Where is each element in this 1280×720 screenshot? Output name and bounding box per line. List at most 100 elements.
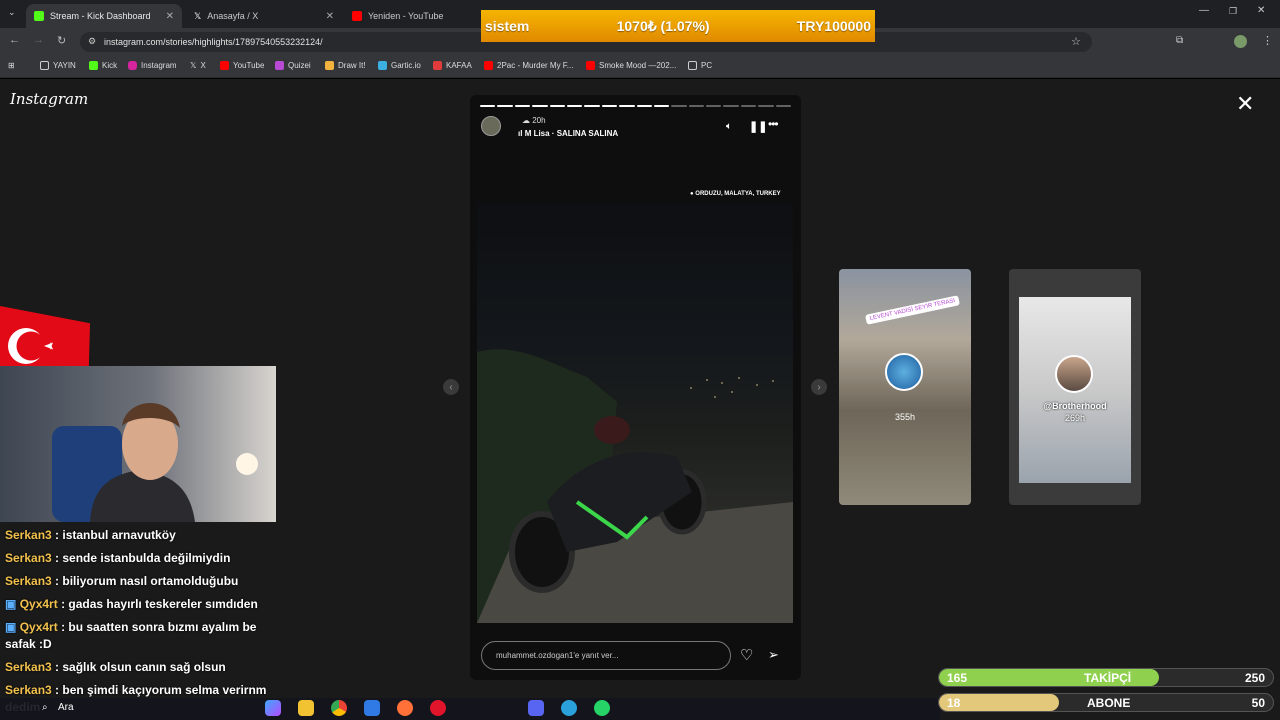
preview-time: 355h bbox=[894, 412, 916, 422]
story-preview-2[interactable]: @Brotherhood 269h bbox=[1009, 269, 1141, 505]
close-window-icon[interactable]: ✕ bbox=[1257, 5, 1265, 16]
tab-kick-dashboard[interactable]: Stream - Kick Dashboard ✕ bbox=[26, 4, 182, 28]
bookmark-star-icon[interactable]: ☆ bbox=[1071, 35, 1081, 48]
close-icon[interactable]: ✕ bbox=[326, 11, 334, 22]
gartic-icon bbox=[378, 61, 387, 70]
progress-segment bbox=[758, 105, 774, 107]
story-preview-1[interactable]: LEVENT VADİSİ SEYİR TERASI 355h bbox=[839, 269, 971, 505]
progress-segment bbox=[775, 105, 792, 107]
bookmark-smoke-mood[interactable]: Smoke Mood —202... bbox=[586, 61, 676, 70]
avatar bbox=[885, 353, 923, 391]
bookmark-quizei[interactable]: Quizei bbox=[275, 61, 311, 70]
story-music[interactable]: ıl M Lisa · SALINA SALINA bbox=[518, 129, 618, 138]
tab-label: Yeniden - YouTube bbox=[368, 11, 444, 21]
stream-chat: Serkan3 : istanbul arnavutköy Serkan3 : … bbox=[0, 524, 282, 719]
progress-segment bbox=[688, 105, 705, 107]
youtube-icon bbox=[586, 61, 595, 70]
extensions-icon[interactable]: ⧉ bbox=[1176, 35, 1183, 46]
forward-icon[interactable]: → bbox=[33, 34, 44, 46]
bookmarks-bar: ⊞ YAYIN Kick Instagram 𝕏X YouTube Quizei… bbox=[0, 56, 1280, 78]
reload-icon[interactable]: ↻ bbox=[57, 34, 66, 47]
quizei-icon bbox=[275, 61, 284, 70]
avatar[interactable] bbox=[481, 116, 501, 136]
chrome-icon[interactable] bbox=[331, 700, 347, 716]
profile-avatar[interactable] bbox=[1234, 35, 1247, 48]
progress-segment bbox=[532, 105, 548, 107]
heart-icon[interactable]: ♡ bbox=[740, 646, 753, 664]
bookmark-pc[interactable]: PC bbox=[688, 61, 712, 70]
more-icon[interactable]: ••• bbox=[768, 117, 779, 131]
followers-goal-bar: 165 TAKİPÇİ 250 bbox=[938, 668, 1274, 687]
ticker-goal: TRY100000 bbox=[796, 18, 871, 34]
discord-icon[interactable] bbox=[528, 700, 544, 716]
bookmark-yayin[interactable]: YAYIN bbox=[40, 61, 76, 70]
story-card[interactable]: ☁ 20h ıl M Lisa · SALINA SALINA 🔈︎ ❚❚ ••… bbox=[470, 95, 801, 680]
site-info-icon[interactable]: ⚙ bbox=[88, 36, 96, 47]
search-icon[interactable]: ⌕ bbox=[42, 702, 48, 713]
mail-icon[interactable] bbox=[364, 700, 380, 716]
bookmark-x[interactable]: 𝕏X bbox=[190, 61, 206, 70]
story-progress-bar bbox=[480, 105, 792, 107]
bookmark-2pac[interactable]: 2Pac - Murder My F... bbox=[484, 61, 573, 70]
send-icon[interactable]: ➢ bbox=[768, 647, 779, 663]
chat-message: ▣ Qyx4rt : bu saatten sonra bızmı ayalım… bbox=[5, 620, 257, 651]
speaker-icon[interactable]: 🔈︎ bbox=[726, 121, 732, 132]
copilot-icon[interactable] bbox=[265, 700, 281, 716]
windows-taskbar bbox=[0, 698, 940, 720]
instagram-icon bbox=[128, 61, 137, 70]
progress-segment bbox=[566, 105, 583, 107]
webcam-feed bbox=[0, 366, 276, 522]
menu-icon[interactable]: ⋮ bbox=[1262, 34, 1273, 47]
kick-icon bbox=[34, 11, 44, 21]
whatsapp-icon[interactable] bbox=[594, 700, 610, 716]
taskbar-search[interactable]: Ara bbox=[58, 702, 74, 713]
avatar bbox=[1055, 355, 1093, 393]
tab-youtube[interactable]: Yeniden - YouTube bbox=[344, 4, 484, 28]
telegram-icon[interactable] bbox=[561, 700, 577, 716]
opera-icon[interactable] bbox=[430, 700, 446, 716]
pause-icon[interactable]: ❚❚ bbox=[749, 120, 767, 133]
sticker-text: LEVENT VADİSİ SEYİR TERASI bbox=[869, 298, 956, 322]
apps-icon[interactable]: ⊞ bbox=[8, 61, 15, 70]
progress-segment bbox=[619, 105, 635, 107]
file-explorer-icon[interactable] bbox=[298, 700, 314, 716]
reply-input[interactable]: muhammet.ozdogan1'e yanıt ver... bbox=[481, 641, 731, 670]
tab-x-home[interactable]: 𝕏 Anasayfa / X ✕ bbox=[186, 4, 342, 28]
restore-icon[interactable]: ❐ bbox=[1229, 6, 1237, 17]
tab-search-icon[interactable]: ⌄ bbox=[8, 7, 16, 18]
firefox-icon[interactable] bbox=[397, 700, 413, 716]
next-story-button[interactable]: › bbox=[811, 379, 827, 395]
preview-time: 269h bbox=[1064, 413, 1086, 423]
music-bars-icon: ıl bbox=[518, 129, 523, 138]
progress-segment bbox=[584, 105, 600, 107]
music-icon bbox=[433, 61, 442, 70]
x-icon: 𝕏 bbox=[194, 10, 202, 21]
bookmark-instagram[interactable]: Instagram bbox=[128, 61, 177, 70]
progress-segment bbox=[497, 105, 513, 107]
location-tag[interactable]: ● ORDUZU, MALATYA, TURKEY bbox=[690, 191, 781, 197]
instagram-logo[interactable]: Instagram bbox=[10, 90, 88, 108]
reply-placeholder: muhammet.ozdogan1'e yanıt ver... bbox=[496, 651, 619, 660]
progress-segment bbox=[723, 105, 739, 107]
back-icon[interactable]: ← bbox=[9, 34, 20, 46]
chat-message: Serkan3 : biliyorum nasıl ortamolduğubu bbox=[5, 574, 239, 588]
youtube-icon bbox=[484, 61, 493, 70]
minimize-icon[interactable]: — bbox=[1199, 5, 1209, 16]
bookmark-kick[interactable]: Kick bbox=[89, 61, 117, 70]
pencil-icon bbox=[325, 61, 334, 70]
tab-label: Stream - Kick Dashboard bbox=[50, 11, 151, 21]
badge-icon: ▣ bbox=[5, 620, 17, 634]
youtube-icon bbox=[352, 11, 362, 21]
bookmark-gartic[interactable]: Gartic.io bbox=[378, 61, 421, 70]
address-url: instagram.com/stories/highlights/1789754… bbox=[104, 37, 323, 47]
close-icon[interactable]: ✕ bbox=[166, 11, 174, 22]
ticker-change: 1070₺ (1.07%) bbox=[616, 17, 710, 34]
chat-message: Serkan3 : sağlık olsun canın sağ olsun bbox=[5, 660, 226, 674]
bookmark-youtube[interactable]: YouTube bbox=[220, 61, 264, 70]
close-icon[interactable]: ✕ bbox=[1236, 93, 1254, 115]
bookmark-drawit[interactable]: Draw It! bbox=[325, 61, 366, 70]
badge-icon: ▣ bbox=[5, 597, 17, 611]
previous-story-button[interactable]: ‹ bbox=[443, 379, 459, 395]
bookmark-kafaa[interactable]: KAFAA bbox=[433, 61, 472, 70]
subs-label: ABONE bbox=[1087, 696, 1131, 710]
